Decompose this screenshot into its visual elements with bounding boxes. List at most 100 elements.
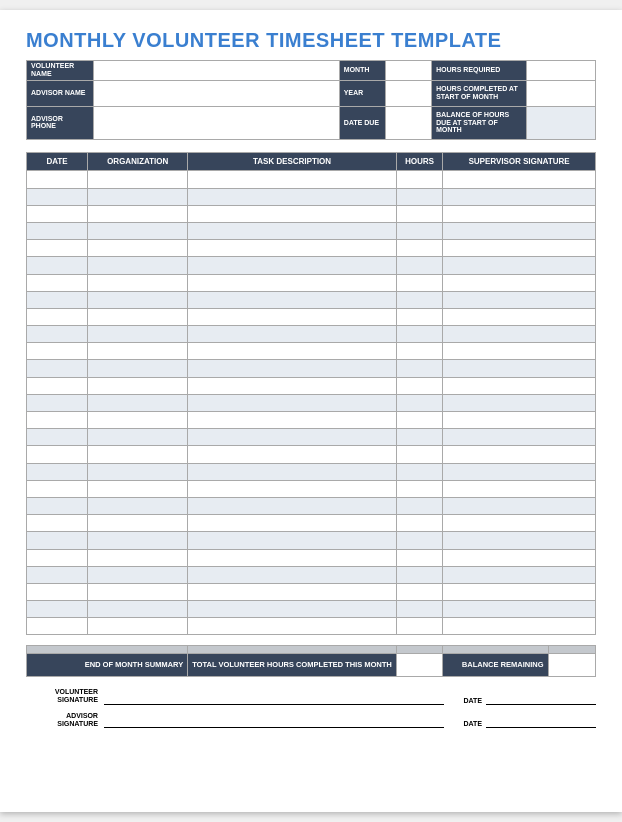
cell-task[interactable] (188, 188, 397, 205)
cell-organization[interactable] (88, 240, 188, 257)
balance-due-value[interactable] (526, 107, 595, 140)
cell-organization[interactable] (88, 222, 188, 239)
advisor-signature-line[interactable] (104, 718, 444, 728)
cell-organization[interactable] (88, 532, 188, 549)
cell-date[interactable] (27, 240, 88, 257)
cell-signature[interactable] (443, 480, 596, 497)
cell-hours[interactable] (396, 515, 442, 532)
cell-date[interactable] (27, 515, 88, 532)
cell-hours[interactable] (396, 171, 442, 188)
cell-task[interactable] (188, 429, 397, 446)
cell-signature[interactable] (443, 343, 596, 360)
cell-task[interactable] (188, 583, 397, 600)
cell-organization[interactable] (88, 326, 188, 343)
cell-date[interactable] (27, 291, 88, 308)
cell-signature[interactable] (443, 308, 596, 325)
cell-date[interactable] (27, 583, 88, 600)
cell-hours[interactable] (396, 222, 442, 239)
cell-signature[interactable] (443, 394, 596, 411)
cell-hours[interactable] (396, 205, 442, 222)
cell-task[interactable] (188, 308, 397, 325)
cell-date[interactable] (27, 308, 88, 325)
cell-date[interactable] (27, 601, 88, 618)
advisor-date-line[interactable] (486, 718, 596, 728)
cell-signature[interactable] (443, 497, 596, 514)
cell-organization[interactable] (88, 412, 188, 429)
cell-signature[interactable] (443, 205, 596, 222)
cell-signature[interactable] (443, 188, 596, 205)
balance-remaining-value[interactable] (548, 654, 595, 677)
cell-date[interactable] (27, 618, 88, 635)
cell-date[interactable] (27, 274, 88, 291)
cell-task[interactable] (188, 240, 397, 257)
cell-hours[interactable] (396, 566, 442, 583)
cell-date[interactable] (27, 171, 88, 188)
cell-date[interactable] (27, 463, 88, 480)
cell-hours[interactable] (396, 463, 442, 480)
cell-signature[interactable] (443, 360, 596, 377)
month-value[interactable] (385, 61, 431, 81)
cell-task[interactable] (188, 446, 397, 463)
cell-date[interactable] (27, 377, 88, 394)
cell-signature[interactable] (443, 532, 596, 549)
cell-organization[interactable] (88, 497, 188, 514)
cell-organization[interactable] (88, 343, 188, 360)
cell-date[interactable] (27, 566, 88, 583)
cell-task[interactable] (188, 515, 397, 532)
cell-date[interactable] (27, 326, 88, 343)
cell-hours[interactable] (396, 480, 442, 497)
cell-task[interactable] (188, 549, 397, 566)
cell-signature[interactable] (443, 274, 596, 291)
cell-date[interactable] (27, 532, 88, 549)
cell-hours[interactable] (396, 291, 442, 308)
cell-date[interactable] (27, 429, 88, 446)
cell-signature[interactable] (443, 463, 596, 480)
cell-organization[interactable] (88, 583, 188, 600)
cell-organization[interactable] (88, 601, 188, 618)
cell-date[interactable] (27, 257, 88, 274)
cell-organization[interactable] (88, 360, 188, 377)
cell-task[interactable] (188, 360, 397, 377)
cell-signature[interactable] (443, 377, 596, 394)
cell-task[interactable] (188, 412, 397, 429)
cell-task[interactable] (188, 205, 397, 222)
cell-organization[interactable] (88, 480, 188, 497)
cell-task[interactable] (188, 394, 397, 411)
hours-required-value[interactable] (526, 61, 595, 81)
cell-date[interactable] (27, 205, 88, 222)
cell-organization[interactable] (88, 291, 188, 308)
cell-hours[interactable] (396, 377, 442, 394)
cell-hours[interactable] (396, 429, 442, 446)
cell-task[interactable] (188, 274, 397, 291)
cell-date[interactable] (27, 394, 88, 411)
cell-hours[interactable] (396, 326, 442, 343)
cell-signature[interactable] (443, 412, 596, 429)
cell-hours[interactable] (396, 394, 442, 411)
cell-organization[interactable] (88, 429, 188, 446)
cell-date[interactable] (27, 343, 88, 360)
advisor-phone-value[interactable] (93, 107, 339, 140)
cell-hours[interactable] (396, 549, 442, 566)
cell-signature[interactable] (443, 566, 596, 583)
cell-task[interactable] (188, 257, 397, 274)
cell-hours[interactable] (396, 601, 442, 618)
cell-task[interactable] (188, 463, 397, 480)
cell-date[interactable] (27, 446, 88, 463)
cell-hours[interactable] (396, 240, 442, 257)
cell-organization[interactable] (88, 188, 188, 205)
cell-hours[interactable] (396, 308, 442, 325)
cell-hours[interactable] (396, 446, 442, 463)
cell-hours[interactable] (396, 618, 442, 635)
cell-hours[interactable] (396, 274, 442, 291)
cell-date[interactable] (27, 360, 88, 377)
cell-signature[interactable] (443, 549, 596, 566)
cell-organization[interactable] (88, 377, 188, 394)
cell-signature[interactable] (443, 515, 596, 532)
cell-task[interactable] (188, 497, 397, 514)
cell-signature[interactable] (443, 291, 596, 308)
cell-organization[interactable] (88, 205, 188, 222)
cell-hours[interactable] (396, 343, 442, 360)
cell-task[interactable] (188, 291, 397, 308)
cell-task[interactable] (188, 222, 397, 239)
cell-signature[interactable] (443, 429, 596, 446)
